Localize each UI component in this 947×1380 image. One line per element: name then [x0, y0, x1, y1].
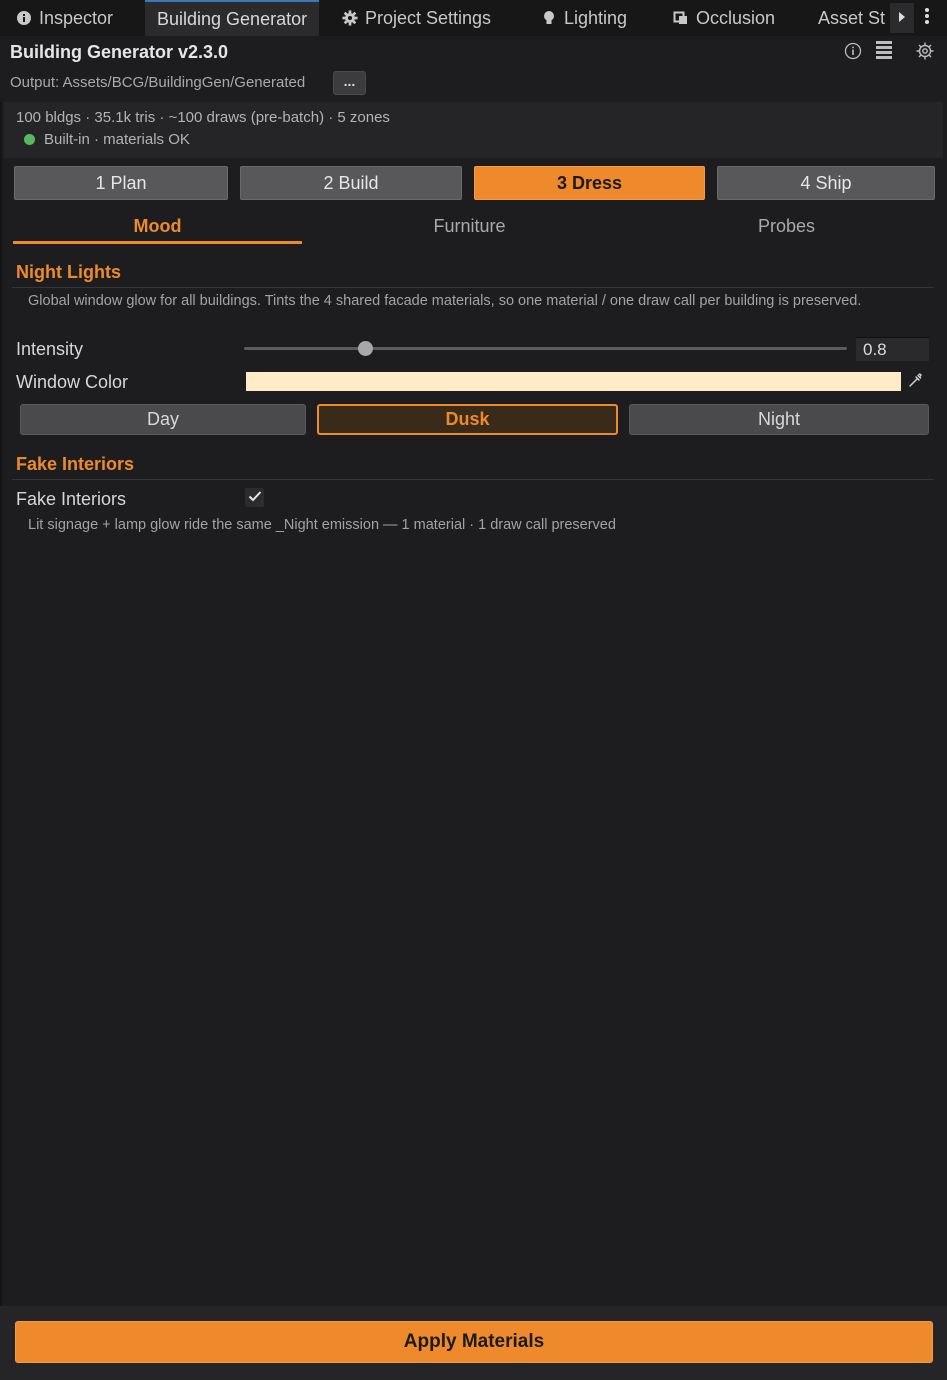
night-lights-heading: Night Lights	[16, 262, 121, 282]
info-button[interactable]	[840, 40, 866, 66]
preset-night-button[interactable]: Night	[629, 404, 929, 435]
color-picker-button[interactable]	[905, 372, 927, 391]
tab-label: Building Generator	[157, 8, 308, 29]
tab-label: Occlusion	[696, 7, 776, 28]
fake-interiors-checkbox[interactable]	[245, 488, 264, 507]
tab-lighting[interactable]: Lighting	[541, 0, 627, 36]
lightbulb-icon	[541, 10, 557, 26]
fake-interiors-label: Fake Interiors	[16, 489, 127, 509]
stats-summary: 100 bldgs · 35.1k tris · ~100 draws (pre…	[16, 109, 390, 126]
tab-label: Project Settings	[365, 7, 492, 28]
tab-label: Asset St	[818, 7, 886, 28]
tab-inspector[interactable]: Inspector	[16, 0, 113, 36]
eyedropper-icon	[908, 372, 924, 392]
occlusion-icon	[673, 10, 689, 26]
output-path-label: Output: Assets/BCG/BuildingGen/Generated	[10, 74, 306, 91]
tab-label: Inspector	[39, 7, 114, 28]
tab-project-settings[interactable]: Project Settings	[342, 0, 491, 36]
window-color-swatch[interactable]	[246, 372, 901, 391]
preset-day-button[interactable]: Day	[20, 404, 306, 435]
subtab-probes[interactable]: Probes	[642, 212, 931, 244]
fake-interiors-help: Lit signage + lamp glow ride the same _N…	[28, 517, 616, 533]
section-divider	[12, 479, 934, 480]
layout-button[interactable]	[871, 40, 897, 66]
step-ship-button[interactable]: 4 Ship	[717, 166, 935, 200]
tool-header: Building Generator v2.3.0 Output: Assets…	[0, 36, 947, 102]
info-outline-icon	[844, 42, 862, 64]
window-frame-left	[0, 36, 2, 1380]
settings-button[interactable]	[912, 40, 938, 66]
stats-panel: 100 bldgs · 35.1k tris · ~100 draws (pre…	[4, 102, 943, 158]
editor-tab-strip: Inspector Building Generator Project Set…	[0, 0, 947, 36]
tab-occlusion[interactable]: Occlusion	[673, 0, 775, 36]
play-arrow-icon	[897, 10, 907, 27]
intensity-label: Intensity	[16, 339, 84, 359]
step-plan-button[interactable]: 1 Plan	[14, 166, 228, 200]
checkmark-icon	[248, 489, 262, 506]
tab-asset-store[interactable]: Asset St	[818, 0, 890, 36]
subtab-furniture[interactable]: Furniture	[325, 212, 614, 244]
status-row: Built-in · materials OK	[24, 131, 190, 148]
tab-menu-button[interactable]	[916, 3, 938, 33]
section-divider	[12, 287, 934, 288]
apply-materials-button[interactable]: Apply Materials	[15, 1321, 933, 1363]
browse-output-button[interactable]: ...	[333, 71, 366, 95]
info-icon	[16, 10, 32, 26]
tab-overflow-button[interactable]	[890, 3, 914, 33]
page-title: Building Generator v2.3.0	[10, 42, 229, 62]
status-text: Built-in · materials OK	[44, 131, 190, 148]
tab-building-generator[interactable]: Building Generator	[145, 0, 320, 36]
kebab-menu-icon	[924, 7, 930, 29]
preset-dusk-button[interactable]: Dusk	[317, 404, 618, 435]
night-lights-help: Global window glow for all buildings. Ti…	[28, 293, 862, 309]
step-dress-button[interactable]: 3 Dress	[474, 166, 705, 200]
gear-icon	[342, 10, 358, 26]
status-ok-dot	[24, 134, 35, 145]
subtab-mood[interactable]: Mood	[13, 212, 302, 244]
fake-interiors-heading: Fake Interiors	[16, 454, 135, 474]
intensity-value-field[interactable]: 0.8	[856, 337, 929, 361]
intensity-slider-track[interactable]	[244, 347, 847, 350]
window-color-label: Window Color	[16, 372, 129, 392]
step-build-button[interactable]: 2 Build	[240, 166, 462, 200]
tab-label: Lighting	[564, 7, 628, 28]
list-stack-icon	[875, 40, 893, 66]
gear-outline-icon	[915, 41, 935, 65]
intensity-slider-thumb[interactable]	[357, 341, 373, 356]
